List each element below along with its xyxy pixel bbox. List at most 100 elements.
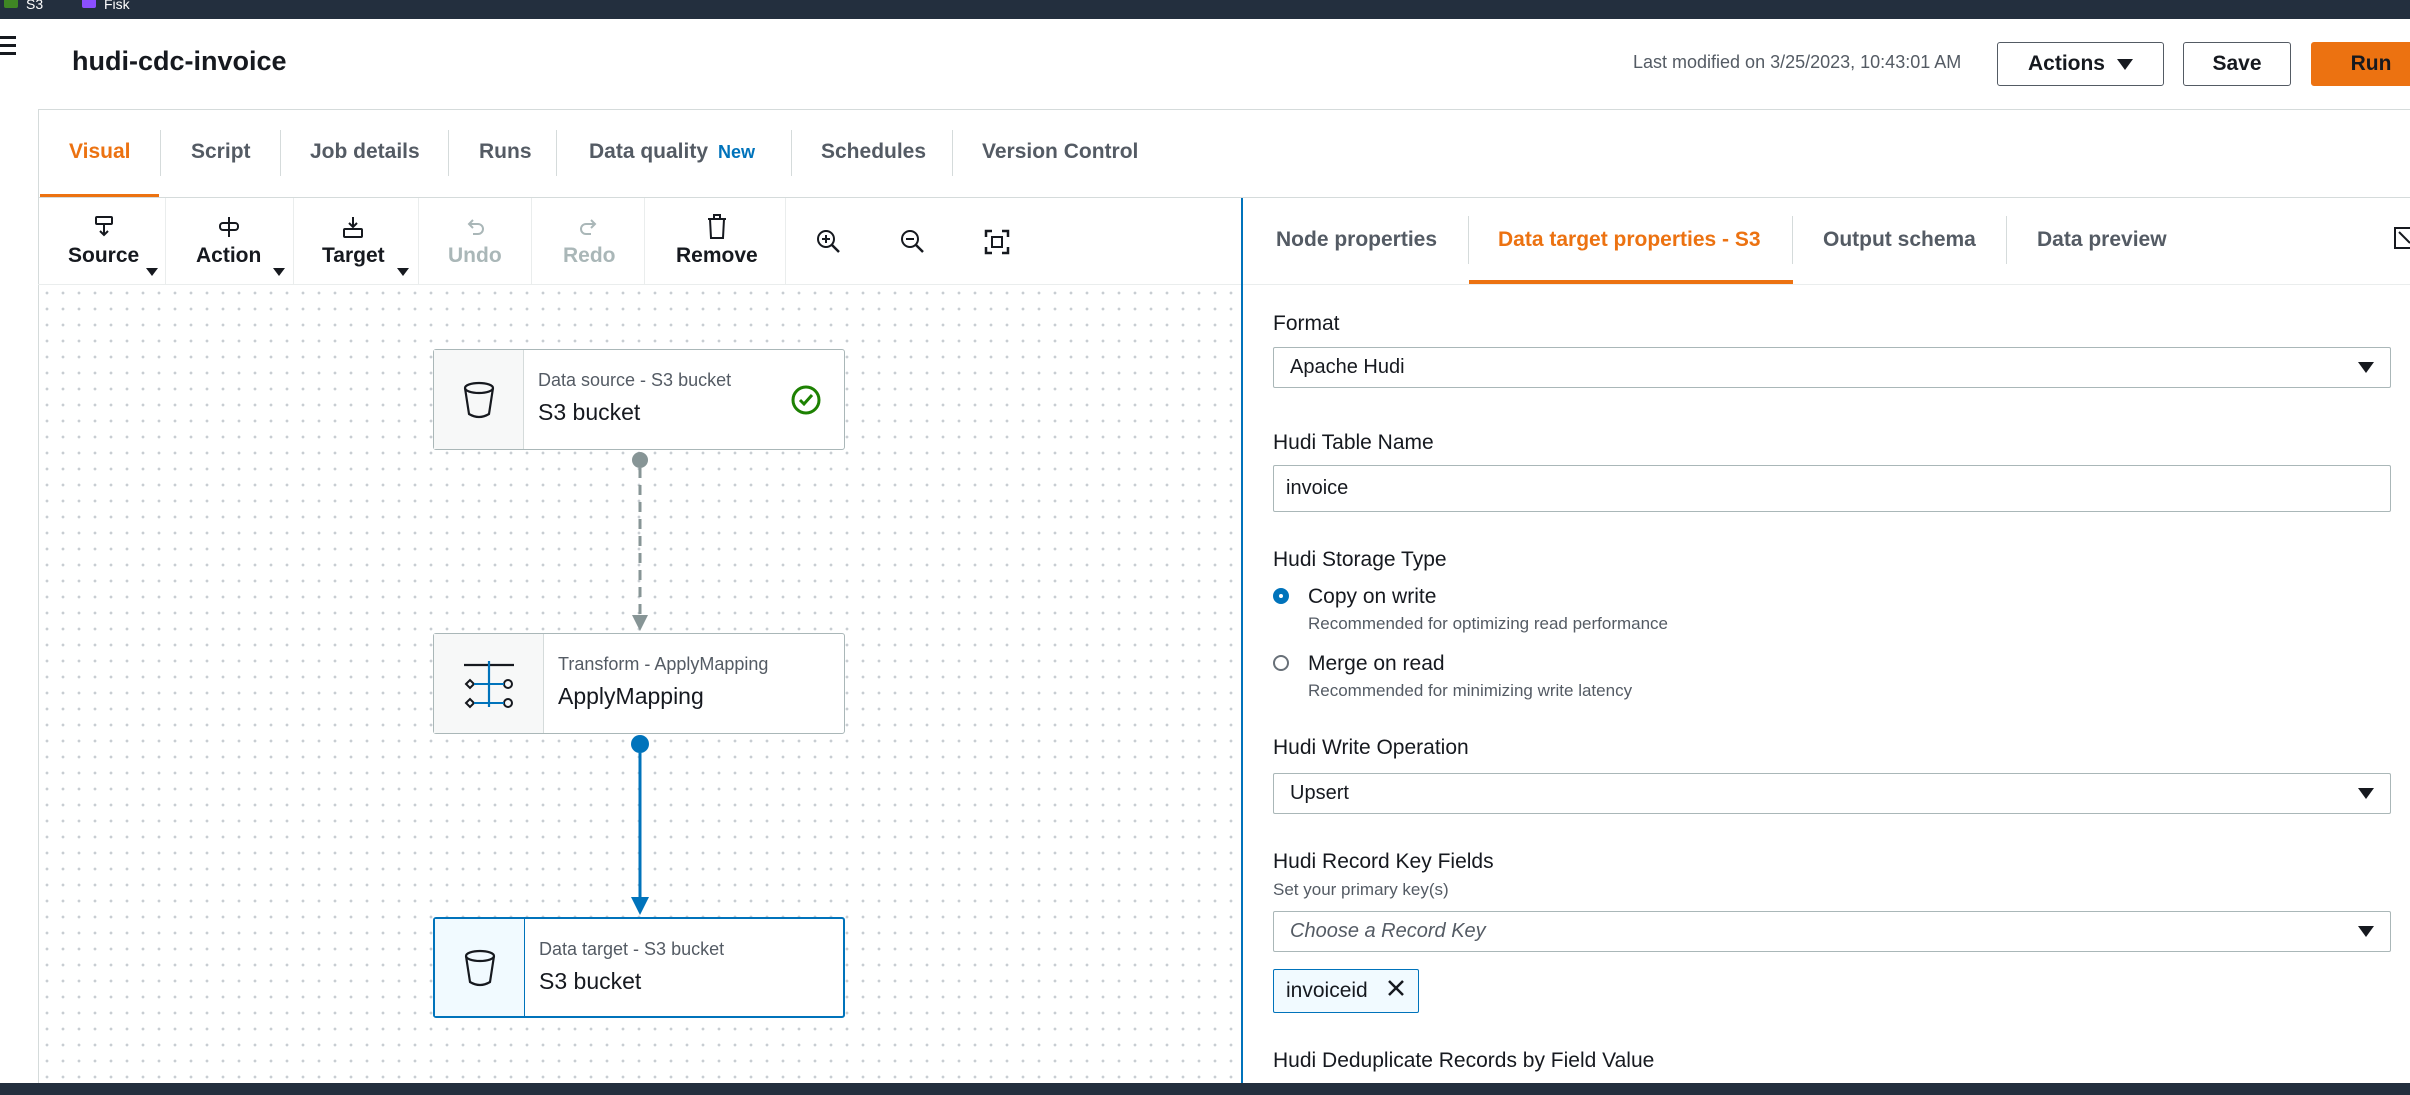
toolbar-separator [165, 198, 166, 284]
caret-down-icon [397, 268, 409, 276]
header-divider [38, 109, 2410, 110]
actions-button-label: Actions [2027, 52, 2105, 75]
redo-label: Redo [563, 244, 616, 267]
remove-button[interactable]: Remove [676, 210, 758, 268]
caret-down-icon [2358, 788, 2374, 799]
bucket-icon [435, 919, 525, 1016]
tab-output-schema[interactable]: Output schema [1823, 228, 1976, 252]
tab-data-quality[interactable]: Data quality New [589, 140, 755, 164]
source-tool-label: Source [68, 244, 140, 267]
radio-copy-on-write-label[interactable]: Copy on write [1308, 585, 1436, 609]
tab-separator [791, 130, 792, 176]
service-shortcut-label: S3 [26, 0, 44, 12]
caret-down-icon [273, 268, 285, 276]
console-bottom-bar [0, 1083, 2410, 1095]
caret-down-icon [2358, 362, 2374, 373]
record-key-hint: Set your primary key(s) [1273, 880, 1449, 899]
tab-separator [952, 130, 953, 176]
bucket-icon [434, 350, 524, 449]
remove-label: Remove [676, 244, 758, 267]
tab-separator [160, 130, 161, 176]
tabs-divider [38, 197, 2410, 198]
last-modified-text: Last modified on 3/25/2023, 10:43:01 AM [1633, 52, 1962, 72]
table-name-label: Hudi Table Name [1273, 431, 1434, 454]
tab-version-control[interactable]: Version Control [982, 140, 1138, 164]
toolbar-separator [531, 198, 532, 284]
format-select-value: Apache Hudi [1290, 356, 1405, 378]
graph-node-transform[interactable]: Transform - ApplyMapping ApplyMapping [433, 633, 845, 734]
tab-data-target-properties[interactable]: Data target properties - S3 [1498, 228, 1761, 252]
zoom-out-icon[interactable] [899, 228, 925, 259]
tab-schedules[interactable]: Schedules [821, 140, 926, 164]
caret-down-icon [2117, 58, 2133, 70]
zoom-in-icon[interactable] [815, 228, 841, 259]
expand-panel-icon[interactable] [2394, 226, 2410, 255]
tab-job-details[interactable]: Job details [310, 140, 420, 164]
tab-data-preview[interactable]: Data preview [2037, 228, 2167, 252]
tab-separator [448, 130, 449, 176]
tab-node-properties[interactable]: Node properties [1276, 228, 1437, 252]
apply-mapping-icon [434, 634, 544, 733]
tab-separator [556, 130, 557, 176]
target-tool-button[interactable]: Target [322, 210, 385, 268]
record-key-select[interactable]: Choose a Record Key [1273, 911, 2391, 952]
caret-down-icon [146, 268, 158, 276]
radio-merge-on-read-label[interactable]: Merge on read [1308, 652, 1445, 676]
save-button[interactable]: Save [2183, 42, 2291, 86]
edge-start-dot [632, 452, 648, 468]
service-shortcut-fisk[interactable]: Fisk [82, 0, 130, 11]
target-tool-label: Target [322, 244, 385, 267]
panel-tabs-divider [1243, 284, 2410, 285]
radio-merge-on-read[interactable] [1273, 655, 1289, 671]
panel-resize-divider[interactable] [1241, 198, 1243, 1083]
action-tool-button[interactable]: Action [196, 210, 261, 268]
record-key-token-label: invoiceid [1286, 979, 1368, 1002]
redo-button[interactable]: Redo [563, 210, 616, 268]
job-title: hudi-cdc-invoice [72, 46, 287, 76]
console-top-bar [0, 0, 2410, 19]
edge-arrow [631, 897, 649, 915]
redo-icon [578, 210, 600, 244]
toolbar-separator [644, 198, 645, 284]
fisk-service-icon [82, 0, 96, 8]
undo-button[interactable]: Undo [448, 210, 502, 268]
table-name-input[interactable]: invoice [1273, 465, 2391, 512]
format-select[interactable]: Apache Hudi [1273, 347, 2391, 388]
edge-start-dot [631, 735, 649, 753]
undo-label: Undo [448, 244, 502, 267]
source-icon [93, 210, 115, 244]
service-shortcut-s3[interactable]: S3 [4, 0, 44, 12]
node-type-label: Transform - ApplyMapping [558, 654, 769, 674]
write-operation-select[interactable]: Upsert [1273, 773, 2391, 814]
actions-button[interactable]: Actions [1997, 42, 2164, 86]
source-tool-button[interactable]: Source [68, 210, 139, 268]
s3-service-icon [4, 0, 18, 8]
trash-icon [706, 210, 728, 244]
graph-node-target[interactable]: Data target - S3 bucket S3 bucket [433, 917, 845, 1018]
tab-runs[interactable]: Runs [479, 140, 532, 164]
dedupe-label: Hudi Deduplicate Records by Field Value [1273, 1049, 1655, 1072]
toolbar-separator [785, 198, 786, 284]
close-icon[interactable] [1386, 978, 1406, 1004]
menu-icon[interactable] [0, 36, 18, 58]
caret-down-icon [2358, 926, 2374, 937]
tab-data-quality-label: Data quality [589, 140, 709, 163]
check-circle-icon [790, 384, 822, 421]
edge-arrow [632, 615, 648, 631]
graph-node-source[interactable]: Data source - S3 bucket S3 bucket [433, 349, 845, 450]
tab-separator [2006, 216, 2007, 264]
record-key-placeholder: Choose a Record Key [1290, 920, 1486, 942]
node-name: S3 bucket [539, 968, 642, 994]
radio-copy-on-write[interactable] [1273, 588, 1289, 604]
new-badge: New [718, 142, 756, 162]
tab-visual[interactable]: Visual [69, 140, 130, 164]
run-button[interactable]: Run [2311, 42, 2410, 86]
tab-separator [1468, 216, 1469, 264]
action-icon [217, 210, 241, 244]
fit-to-screen-icon[interactable] [984, 229, 1010, 260]
target-icon [341, 210, 365, 244]
node-type-label: Data target - S3 bucket [539, 939, 725, 959]
storage-type-label: Hudi Storage Type [1273, 548, 1447, 571]
tab-script[interactable]: Script [191, 140, 251, 164]
toolbar-separator [418, 198, 419, 284]
